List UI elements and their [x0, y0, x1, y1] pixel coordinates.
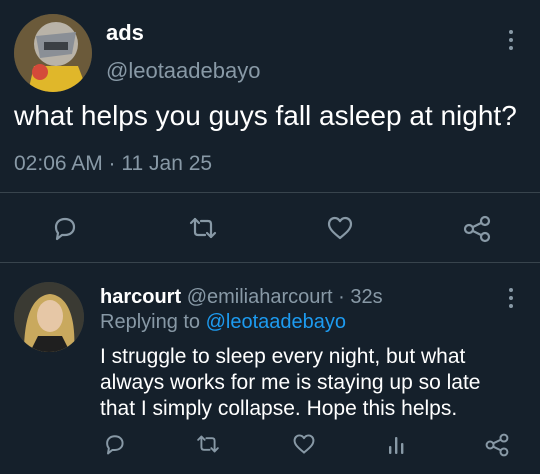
avatar[interactable]: [14, 14, 92, 92]
reply-text-line: always works for me is staying up so lat…: [100, 371, 481, 394]
replying-to-label: Replying to: [100, 311, 201, 333]
handle[interactable]: @leotaadebayo: [106, 58, 260, 84]
divider: [0, 192, 540, 193]
reply-share-icon[interactable]: [484, 432, 510, 458]
reply-time[interactable]: · 32s: [338, 286, 382, 308]
reply-reply-icon[interactable]: [102, 432, 126, 456]
replying-to-handle[interactable]: @leotaadebayo: [206, 311, 346, 333]
reply-text: I struggle to sleep every night, but wha…: [100, 344, 480, 422]
reply-handle[interactable]: @emiliaharcourt: [187, 286, 333, 308]
reply-avatar[interactable]: [14, 282, 84, 352]
reply-more-options-icon[interactable]: [508, 288, 514, 308]
share-icon[interactable]: [462, 214, 492, 244]
reply-icon[interactable]: [50, 214, 78, 242]
reply-header: harcourt @emiliaharcourt · 32s: [100, 286, 383, 309]
analytics-icon[interactable]: [386, 432, 410, 456]
more-options-icon[interactable]: [508, 30, 514, 50]
like-icon[interactable]: [326, 214, 354, 242]
display-name[interactable]: ads: [106, 20, 144, 46]
retweet-icon[interactable]: [186, 214, 220, 242]
reply-display-name[interactable]: harcourt: [100, 286, 181, 308]
replying-to: Replying to @leotaadebayo: [100, 311, 346, 334]
reply-retweet-icon[interactable]: [194, 432, 222, 456]
divider: [0, 262, 540, 263]
tweet-text: what helps you guys fall asleep at night…: [14, 100, 517, 131]
timestamp[interactable]: 02:06 AM · 11 Jan 25: [14, 152, 212, 176]
reply-text-line: that I simply collapse. Hope this helps.: [100, 397, 458, 420]
reply-like-icon[interactable]: [292, 432, 316, 456]
reply-text-line: I struggle to sleep every night, but wha…: [100, 345, 466, 368]
